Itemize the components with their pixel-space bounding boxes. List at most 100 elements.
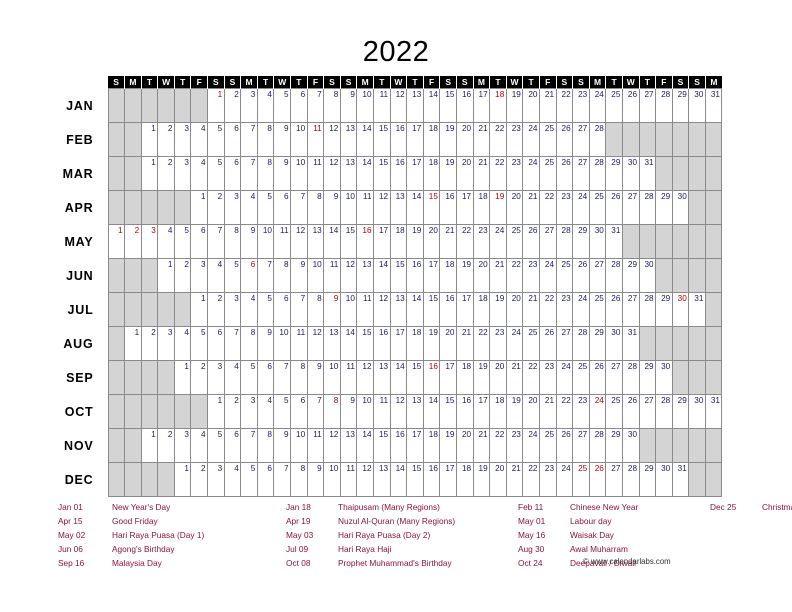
day-cell[interactable]: 8 [256,122,275,157]
day-cell[interactable]: 31 [704,394,723,429]
day-cell[interactable]: 26 [522,224,540,259]
day-cell[interactable]: 29 [638,462,657,497]
day-cell[interactable]: 24 [588,88,607,123]
day-cell[interactable]: 1 [140,122,159,157]
day-cell[interactable]: 15 [439,394,457,429]
day-cell[interactable]: 21 [505,360,524,395]
day-cell[interactable]: 16 [455,88,474,123]
day-cell[interactable]: 24 [555,360,574,395]
day-cell[interactable]: 17 [439,462,457,497]
day-cell[interactable]: 28 [555,224,574,259]
day-cell[interactable]: 29 [572,224,590,259]
day-cell[interactable]: 20 [472,258,491,293]
day-cell[interactable]: 12 [323,156,341,191]
day-cell[interactable]: 10 [339,292,358,327]
day-cell[interactable]: 3 [240,394,258,429]
day-cell[interactable]: 31 [704,88,723,123]
day-cell[interactable]: 8 [273,258,292,293]
day-cell[interactable]: 12 [323,428,341,463]
day-cell[interactable]: 20 [455,428,474,463]
day-cell[interactable]: 3 [223,292,242,327]
day-cell[interactable]: 26 [555,122,574,157]
day-cell[interactable]: 16 [406,258,424,293]
day-cell[interactable]: 7 [273,360,292,395]
day-cell[interactable]: 11 [306,428,325,463]
day-cell[interactable]: 18 [455,360,474,395]
day-cell[interactable]: 25 [572,360,590,395]
day-cell[interactable]: 27 [588,258,607,293]
day-cell[interactable]: 13 [339,156,358,191]
day-cell-holiday[interactable]: 8 [323,394,341,429]
day-cell[interactable]: 22 [472,326,491,361]
day-cell[interactable]: 27 [555,326,574,361]
day-cell[interactable]: 23 [538,360,557,395]
day-cell[interactable]: 8 [290,462,308,497]
day-cell[interactable]: 23 [489,326,507,361]
day-cell[interactable]: 17 [406,428,424,463]
day-cell[interactable]: 22 [538,190,557,225]
day-cell[interactable]: 16 [439,292,457,327]
day-cell[interactable]: 28 [588,122,607,157]
day-cell[interactable]: 19 [439,122,457,157]
day-cell[interactable]: 14 [356,156,374,191]
day-cell[interactable]: 24 [572,190,590,225]
day-cell[interactable]: 5 [173,224,192,259]
day-cell[interactable]: 20 [505,190,524,225]
day-cell[interactable]: 3 [173,156,192,191]
day-cell[interactable]: 25 [588,190,607,225]
day-cell[interactable]: 26 [572,258,590,293]
day-cell[interactable]: 17 [455,190,474,225]
day-cell[interactable]: 16 [373,326,391,361]
day-cell[interactable]: 25 [505,224,524,259]
day-cell[interactable]: 29 [638,360,657,395]
day-cell[interactable]: 26 [588,360,607,395]
day-cell[interactable]: 2 [157,156,175,191]
day-cell-holiday[interactable]: 18 [489,88,507,123]
day-cell[interactable]: 11 [373,88,391,123]
day-cell[interactable]: 20 [489,462,507,497]
day-cell[interactable]: 10 [256,224,275,259]
day-cell[interactable]: 2 [140,326,159,361]
day-cell[interactable]: 22 [505,258,524,293]
day-cell[interactable]: 15 [406,360,424,395]
day-cell[interactable]: 3 [223,190,242,225]
day-cell[interactable]: 30 [621,428,640,463]
day-cell[interactable]: 5 [207,156,225,191]
day-cell-holiday[interactable]: 30 [671,292,690,327]
day-cell[interactable]: 5 [256,190,275,225]
day-cell[interactable]: 18 [422,428,441,463]
day-cell[interactable]: 31 [688,292,706,327]
day-cell[interactable]: 6 [223,156,242,191]
day-cell[interactable]: 11 [356,292,374,327]
day-cell-holiday[interactable]: 19 [489,190,507,225]
day-cell[interactable]: 21 [522,190,540,225]
day-cell[interactable]: 23 [522,258,540,293]
day-cell[interactable]: 5 [240,462,258,497]
day-cell[interactable]: 12 [373,292,391,327]
day-cell[interactable]: 10 [323,462,341,497]
day-cell[interactable]: 5 [256,292,275,327]
day-cell[interactable]: 29 [605,156,623,191]
day-cell-holiday[interactable]: 6 [240,258,258,293]
day-cell[interactable]: 21 [538,88,557,123]
day-cell[interactable]: 27 [638,394,657,429]
day-cell[interactable]: 27 [605,462,623,497]
day-cell[interactable]: 16 [422,462,441,497]
day-cell[interactable]: 5 [240,360,258,395]
day-cell[interactable]: 29 [671,88,690,123]
day-cell[interactable]: 20 [455,156,474,191]
day-cell[interactable]: 18 [455,462,474,497]
day-cell[interactable]: 31 [621,326,640,361]
day-cell[interactable]: 15 [373,428,391,463]
day-cell[interactable]: 22 [489,122,507,157]
day-cell[interactable]: 19 [489,292,507,327]
day-cell[interactable]: 9 [306,360,325,395]
day-cell[interactable]: 10 [273,326,292,361]
day-cell[interactable]: 22 [522,462,540,497]
day-cell[interactable]: 22 [455,224,474,259]
day-cell[interactable]: 2 [207,190,225,225]
day-cell[interactable]: 17 [472,394,491,429]
day-cell[interactable]: 4 [223,360,242,395]
day-cell-holiday[interactable]: 25 [572,462,590,497]
day-cell[interactable]: 2 [157,428,175,463]
